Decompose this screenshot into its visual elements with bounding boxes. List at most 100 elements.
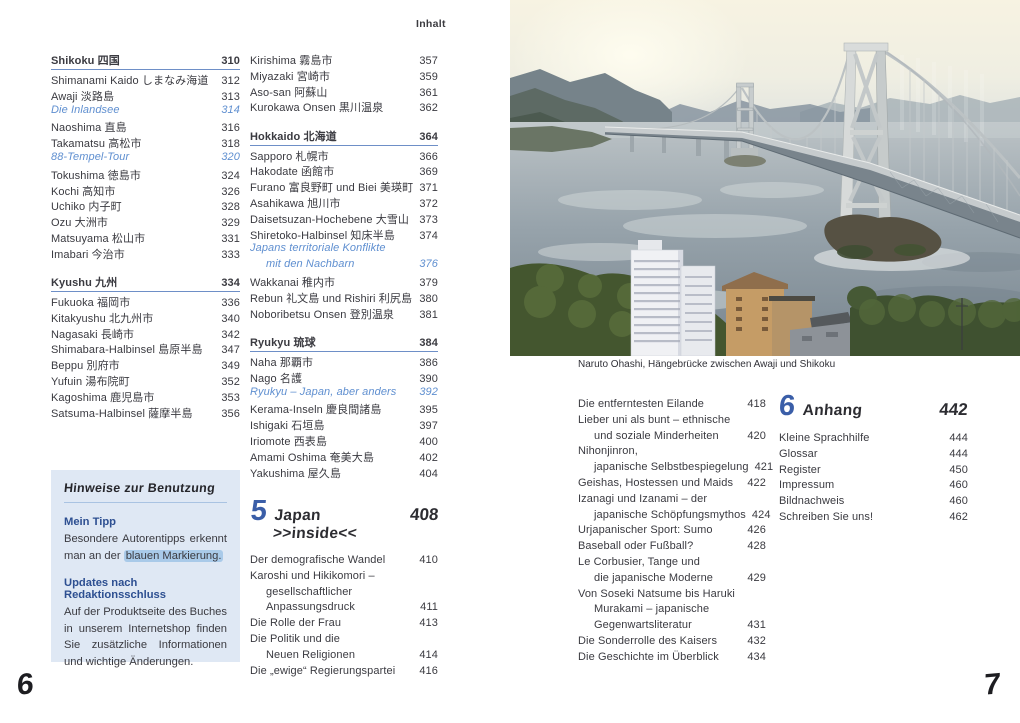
toc-row: Daisetsuzan-Hochebene 大雪山 373: [250, 211, 438, 227]
toc-row: Iriomote 西表島 400: [250, 433, 438, 449]
toc-entry-page: 460: [943, 479, 968, 491]
toc-entry-label: Yufuin 湯布院町: [51, 373, 130, 389]
toc-row: Naha 那覇市 386: [250, 354, 438, 370]
toc-row: Gegenwartsliteratur 431: [578, 619, 766, 635]
toc-entry-label: Naha 那覇市: [250, 354, 313, 370]
toc-entry-page: 372: [413, 198, 438, 210]
toc-entry-label: gesellschaftlicher: [266, 586, 352, 598]
toc-entry-page: 402: [413, 452, 438, 464]
toc-row: Izanagi und Izanami – der: [578, 493, 766, 509]
toc-entry-label: Shiretoko-Halbinsel 知床半島: [250, 227, 395, 243]
toc-row: Schreiben Sie uns! 462: [779, 511, 968, 527]
toc-row: Glossar 444: [779, 448, 968, 464]
toc-entry-page: 334: [215, 277, 240, 289]
chapter-page: 442: [938, 400, 968, 420]
toc-row: mit den Nachbarn 376: [250, 258, 438, 274]
toc-row: Neuen Religionen 414: [250, 649, 438, 665]
toc-entry-page: 310: [215, 55, 240, 67]
tip-title: Mein Tipp: [64, 516, 227, 528]
toc-row: Ishigaki 石垣島 397: [250, 417, 438, 433]
notes-box: Hinweise zur Benutzung Mein Tipp Besonde…: [51, 470, 240, 662]
toc-entry-label: Naoshima 直島: [51, 119, 127, 135]
toc-entry-label: Aso-san 阿蘇山: [250, 84, 328, 100]
toc-entry-label: Ozu 大洲市: [51, 214, 108, 230]
toc-entry-label: Anpassungsdruck: [266, 601, 355, 613]
toc-column-3: Die entferntesten Eilande 418 Lieber uni…: [578, 398, 766, 667]
toc-row: Ozu 大洲市 329: [51, 214, 240, 230]
tip-highlight: blauen Markierung.: [124, 550, 224, 562]
toc-entry-label: Rebun 礼文島 und Rishiri 利尻島: [250, 290, 412, 306]
toc-entry-label: mit den Nachbarn: [266, 258, 354, 270]
toc-row: Kurokawa Onsen 黒川温泉 362: [250, 99, 438, 115]
toc-entry-label: Asahikawa 旭川市: [250, 195, 341, 211]
toc-entry-label: Furano 富良野町 und Biei 美瑛町: [250, 179, 413, 195]
chapter-page: 408: [409, 505, 439, 525]
toc-entry-page: 376: [413, 258, 438, 270]
toc-entry-page: 342: [215, 329, 240, 341]
notes-divider: [64, 502, 227, 503]
toc-row: Hakodate 函館市 369: [250, 163, 438, 179]
toc-row: [250, 321, 438, 334]
toc-entry-page: 420: [741, 430, 766, 442]
toc-entry-page: 380: [413, 293, 438, 305]
toc-entry-page: 352: [215, 376, 240, 388]
toc-entry-label: Ishigaki 石垣島: [250, 417, 325, 433]
toc-row: Die entferntesten Eilande 418: [578, 398, 766, 414]
toc-entry-page: 431: [741, 619, 766, 631]
toc-row: japanische Selbstbespiegelung 421: [578, 461, 766, 477]
toc-row: Urjapanischer Sport: Sumo 426: [578, 524, 766, 540]
toc-row: Matsuyama 松山市 331: [51, 230, 240, 246]
toc-entry-label: Shimabara-Halbinsel 島原半島: [51, 341, 203, 357]
toc-entry-label: Register: [779, 464, 821, 476]
toc-row: Rebun 礼文島 und Rishiri 利尻島 380: [250, 290, 438, 306]
toc-row: Le Corbusier, Tange und: [578, 556, 766, 572]
toc-row: [51, 262, 240, 275]
toc-row: Yufuin 湯布院町 352: [51, 373, 240, 389]
toc-row: Sapporo 札幌市 366: [250, 148, 438, 164]
toc-entry-page: 374: [413, 230, 438, 242]
toc-row: Yakushima 屋久島 404: [250, 465, 438, 481]
toc-row: japanische Schöpfungsmythos 424: [578, 509, 766, 525]
toc-entry-label: japanische Schöpfungsmythos: [594, 509, 746, 521]
toc-entry-label: Amami Oshima 奄美大島: [250, 449, 374, 465]
toc-entry-page: 410: [413, 554, 438, 566]
toc-entry-page: 428: [741, 540, 766, 552]
toc-entry-label: japanische Selbstbespiegelung: [594, 461, 749, 473]
toc-entry-label: Shikoku 四国: [51, 52, 120, 68]
toc-row: Furano 富良野町 und Biei 美瑛町 371: [250, 179, 438, 195]
toc-entry-page: 326: [215, 186, 240, 198]
toc-entry-page: 392: [413, 386, 438, 398]
toc-entry-page: 444: [943, 432, 968, 444]
toc-entry-page: 347: [215, 344, 240, 356]
toc-row: Aso-san 阿蘇山 361: [250, 84, 438, 100]
chapter-6-block: 6 Anhang 442 Kleine Sprachhilfe 444 Glos…: [779, 392, 968, 527]
chapter-number: 6: [778, 392, 797, 421]
toc-entry-label: Nago 名護: [250, 370, 302, 386]
toc-entry-page: 416: [413, 665, 438, 677]
toc-entry-label: Iriomote 西表島: [250, 433, 327, 449]
toc-entry-page: 316: [215, 122, 240, 134]
toc-row: Amami Oshima 奄美大島 402: [250, 449, 438, 465]
toc-entry-label: Sapporo 札幌市: [250, 148, 329, 164]
toc-row: Karoshi und Hikikomori –: [250, 570, 438, 586]
toc-entry-page: 414: [413, 649, 438, 661]
toc-entry-label: Kleine Sprachhilfe: [779, 432, 869, 444]
toc-entry-label: Neuen Religionen: [266, 649, 355, 661]
photo-caption: Naruto Ohashi, Hängebrücke zwischen Awaj…: [578, 359, 835, 370]
toc-column-1: Shikoku 四国 310 Shimanami Kaido しまなみ海道 31…: [51, 52, 240, 420]
toc-row: Nagasaki 長崎市 342: [51, 326, 240, 342]
toc-row: Ryukyu – Japan, aber anders 392: [250, 386, 438, 402]
toc-entry-page: 400: [413, 436, 438, 448]
toc-entry-label: Kurokawa Onsen 黒川温泉: [250, 99, 383, 115]
toc-entry-label: Die Sonderrolle des Kaisers: [578, 635, 717, 647]
toc-entry-page: 312: [215, 75, 240, 87]
toc-entry-label: Impressum: [779, 479, 834, 491]
chapter-5-heading: 5 Japan >>inside<< 408: [248, 497, 440, 543]
toc-row: Die Politik und die: [250, 633, 438, 649]
toc-entry-page: 366: [413, 151, 438, 163]
toc-entry-label: 88-Tempel-Tour: [51, 151, 129, 163]
toc-row: Kyushu 九州 334: [51, 274, 240, 292]
toc-entry-label: Beppu 別府市: [51, 357, 120, 373]
toc-entry-label: Matsuyama 松山市: [51, 230, 145, 246]
toc-row: Kitakyushu 北九州市 340: [51, 310, 240, 326]
